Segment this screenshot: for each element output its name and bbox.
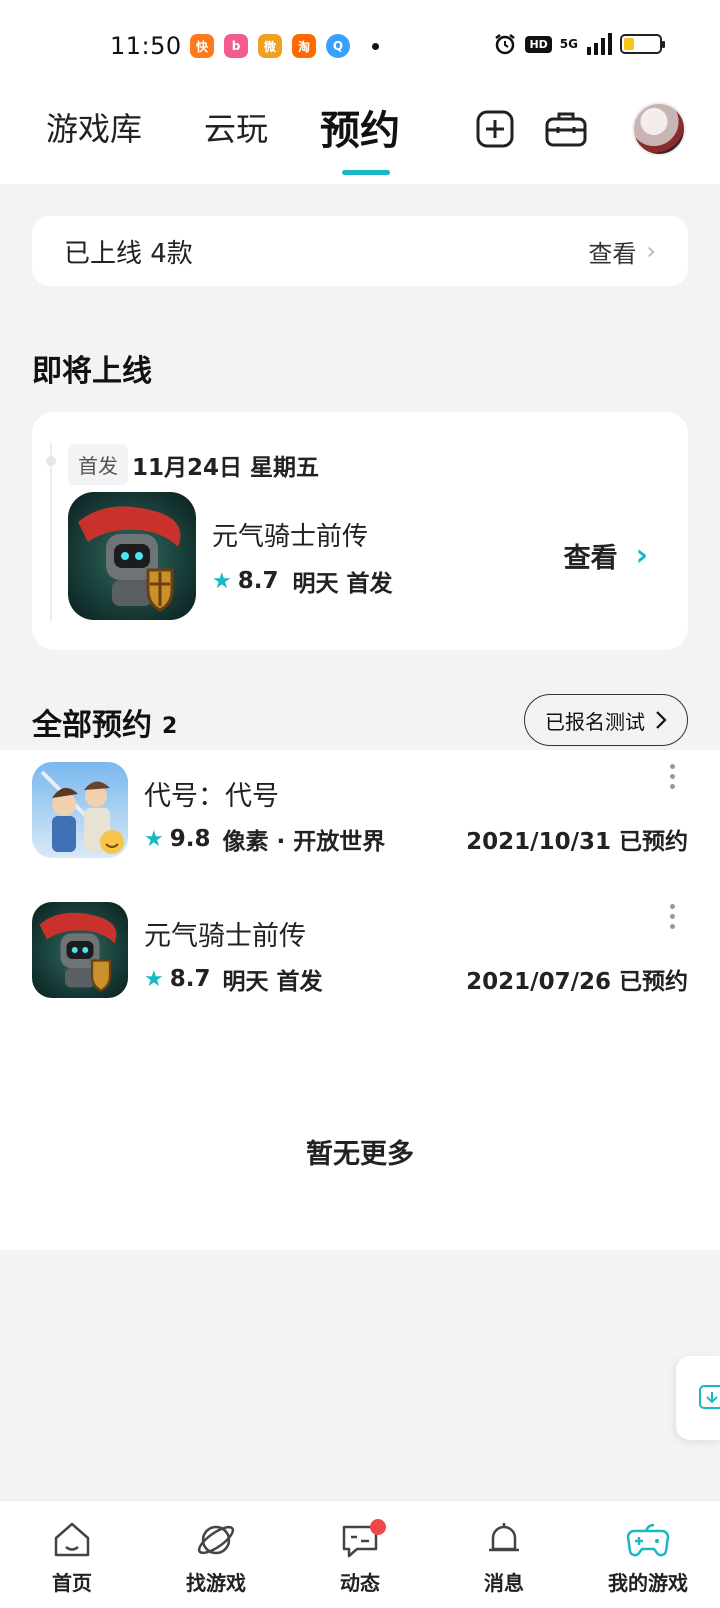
- view-upcoming-button[interactable]: 查看 ›: [564, 536, 648, 575]
- star-icon: ★: [212, 568, 232, 594]
- bottom-nav-feed[interactable]: 动态: [288, 1501, 432, 1608]
- view-online-link[interactable]: 查看 ›: [588, 234, 656, 269]
- network-label: 5G: [559, 37, 578, 51]
- upcoming-title: 即将上线: [32, 354, 152, 389]
- floating-download-button[interactable]: [676, 1356, 720, 1440]
- status-time: 11:50: [110, 32, 182, 60]
- game-tags: 明天 首发: [222, 969, 323, 995]
- bottom-nav-my-games[interactable]: 我的游戏: [576, 1501, 720, 1608]
- status-bar: 11:50 快 b 微 淘 Q HD 5G: [0, 0, 720, 96]
- upcoming-rating: 8.7: [237, 568, 279, 594]
- bottom-nav: 首页 找游戏 动态 消息 我的游戏: [0, 1500, 720, 1608]
- release-date: 11月24日 星期五: [132, 455, 320, 481]
- view-online-label: 查看: [588, 239, 637, 268]
- home-icon: [54, 1522, 90, 1557]
- bottom-nav-label: 首页: [52, 1571, 92, 1595]
- game-name: 元气骑士前传: [144, 921, 306, 952]
- top-nav: 游戏库 云玩 预约: [0, 96, 720, 184]
- bottom-nav-label: 动态: [340, 1571, 380, 1595]
- registered-test-label: 已报名测试: [545, 709, 645, 734]
- avatar[interactable]: [632, 102, 686, 156]
- reservation-date: 2021/07/26 已预约: [466, 969, 688, 995]
- first-release-badge: 首发: [68, 444, 128, 485]
- bottom-nav-find-games[interactable]: 找游戏: [144, 1501, 288, 1608]
- game-icon-codename[interactable]: [32, 762, 128, 858]
- upcoming-game-meta: ★ 8.7 明天 首发: [212, 564, 393, 598]
- battery-icon: [620, 34, 665, 54]
- notification-badge: [370, 1519, 386, 1535]
- timeline-dot: [46, 456, 56, 466]
- list-item[interactable]: 元气骑士前传 ★ 8.7 明天 首发 2021/07/26 已预约: [0, 902, 720, 1002]
- upcoming-card[interactable]: 首发 11月24日 星期五 元气骑士前传 ★ 8.7 明天 首发 查看 ›: [32, 412, 688, 650]
- chevron-right-icon: [656, 711, 667, 729]
- all-reservations-label: 全部预约: [32, 708, 152, 743]
- game-rating: 8.7: [169, 966, 211, 992]
- game-icon-soul-knight-prequel[interactable]: [68, 492, 196, 620]
- upcoming-game-name: 元气骑士前传: [212, 522, 369, 552]
- more-options-icon[interactable]: [670, 764, 676, 789]
- registered-test-button[interactable]: 已报名测试: [524, 694, 688, 746]
- no-more-text: 暂无更多: [306, 1139, 414, 1170]
- status-indicators: HD 5G: [493, 32, 665, 56]
- download-icon: [699, 1385, 720, 1409]
- more-notifications-dot: [372, 42, 379, 50]
- tab-cloud-play[interactable]: 云玩: [204, 104, 268, 150]
- reservation-date: 2021/10/31 已预约: [466, 829, 688, 855]
- view-upcoming-label: 查看: [563, 543, 618, 574]
- game-meta: ★ 8.7 明天 首发: [144, 962, 323, 996]
- game-rating: 9.8: [169, 826, 211, 852]
- game-tags: 像素 · 开放世界: [222, 829, 386, 855]
- online-count-text: 已上线 4款: [64, 238, 193, 269]
- chevron-right-icon: ›: [646, 237, 656, 265]
- hd-badge: HD: [525, 35, 552, 53]
- tab-game-library[interactable]: 游戏库: [46, 104, 142, 150]
- toolbox-icon[interactable]: [544, 110, 588, 148]
- signal-icon: [587, 33, 612, 55]
- bottom-nav-home[interactable]: 首页: [0, 1501, 144, 1608]
- more-options-icon[interactable]: [670, 904, 676, 929]
- notification-apps: 快 b 微 淘 Q: [190, 34, 379, 58]
- bottom-nav-label: 消息: [484, 1571, 524, 1595]
- bottom-nav-messages[interactable]: 消息: [432, 1501, 576, 1608]
- bell-icon: [489, 1523, 519, 1552]
- upcoming-status: 明天 首发: [292, 571, 393, 597]
- planet-icon: [197, 1525, 235, 1555]
- kuaishou-icon: 快: [190, 34, 214, 58]
- active-tab-indicator: [342, 170, 390, 175]
- tab-reservations[interactable]: 预约: [320, 98, 400, 156]
- weibo-icon: 微: [258, 34, 282, 58]
- star-icon: ★: [144, 966, 164, 992]
- reservation-count: 2: [162, 714, 178, 739]
- bilibili-icon: b: [224, 34, 248, 58]
- timeline-line: [50, 442, 52, 622]
- game-name: 代号：代号: [144, 781, 279, 812]
- chevron-right-icon: ›: [635, 538, 648, 573]
- game-icon-soul-knight-prequel[interactable]: [32, 902, 128, 998]
- bottom-nav-label: 我的游戏: [608, 1571, 688, 1595]
- all-reservations-title: 全部预约 2: [32, 700, 177, 744]
- alarm-icon: [495, 34, 516, 55]
- taobao-icon: 淘: [292, 34, 316, 58]
- game-meta: ★ 9.8 像素 · 开放世界: [144, 822, 385, 856]
- star-icon: ★: [144, 826, 164, 852]
- add-icon[interactable]: [476, 110, 514, 148]
- gamepad-icon: [626, 1523, 670, 1557]
- reservation-list: 代号：代号 ★ 9.8 像素 · 开放世界 2021/10/31 已预约 元气骑…: [0, 750, 720, 1250]
- online-games-card[interactable]: 已上线 4款 查看 ›: [32, 216, 688, 286]
- bottom-nav-label: 找游戏: [186, 1571, 246, 1595]
- qq-browser-icon: Q: [326, 34, 350, 58]
- list-item[interactable]: 代号：代号 ★ 9.8 像素 · 开放世界 2021/10/31 已预约: [0, 762, 720, 862]
